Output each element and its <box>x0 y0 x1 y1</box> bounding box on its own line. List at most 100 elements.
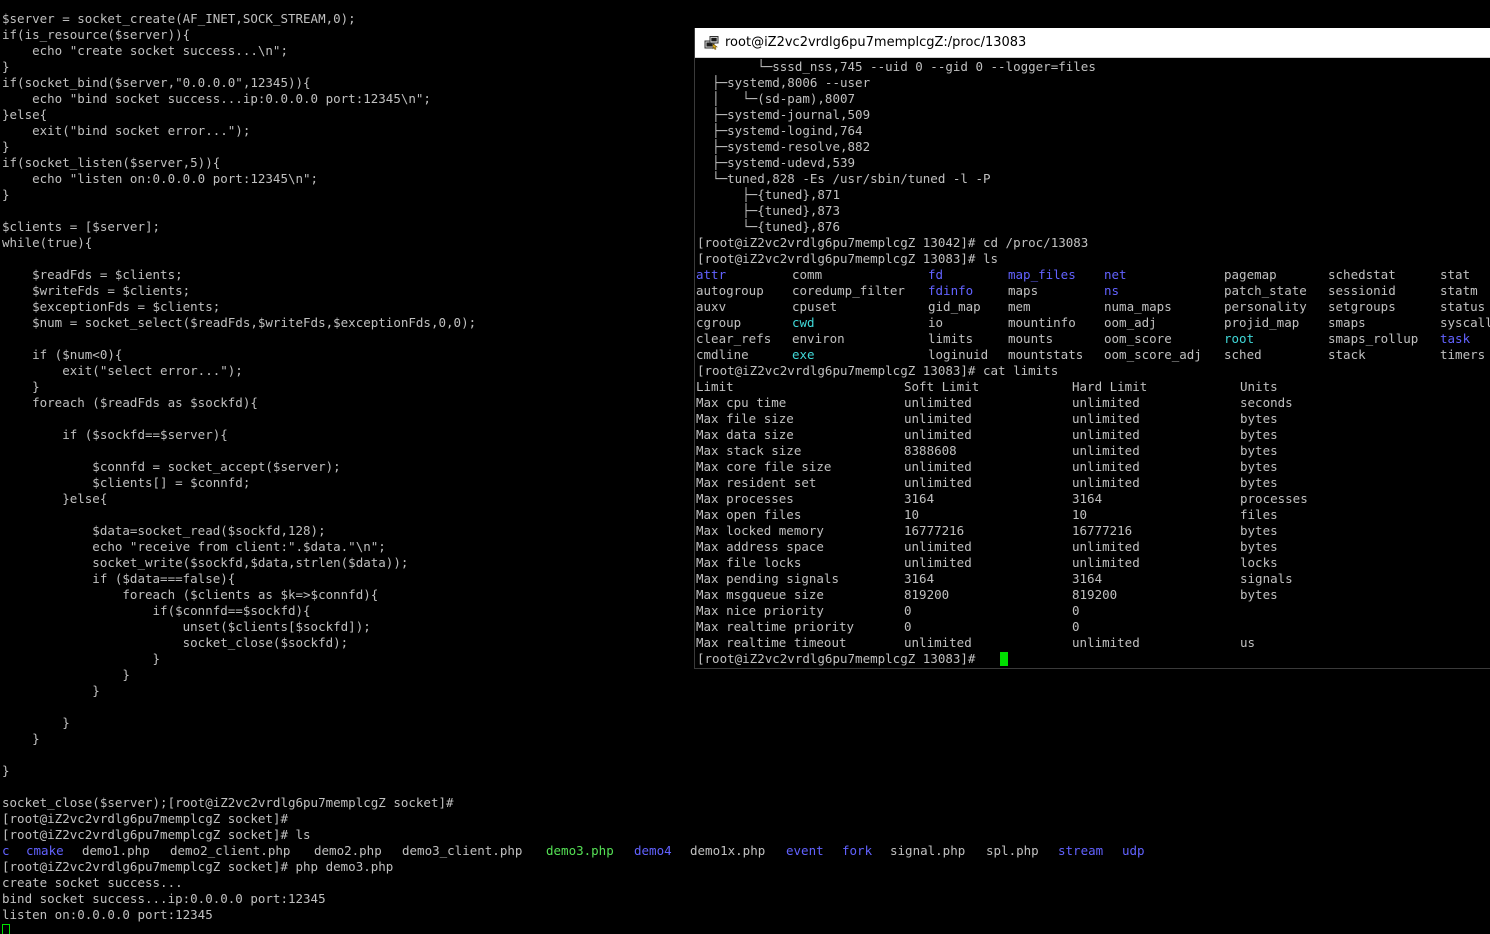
code-line: echo "receive from client:".$data."\n"; <box>2 539 386 554</box>
limits-cell: locks <box>1240 555 1278 570</box>
limits-cell: unlimited <box>1072 475 1140 490</box>
file-entry: signal.php <box>890 843 966 858</box>
proc-entry: oom_adj <box>1104 315 1157 330</box>
file-entry: udp <box>1122 843 1145 858</box>
proc-entry: schedstat <box>1328 267 1396 282</box>
limits-cell: Max cpu time <box>696 395 787 410</box>
proc-entry: projid_map <box>1224 315 1300 330</box>
file-entry: spl.php <box>986 843 1039 858</box>
code-line: $data=socket_read($sockfd,128); <box>2 523 326 538</box>
code-line: if(is_resource($server)){ <box>2 27 191 42</box>
code-line: socket_close($sockfd); <box>2 635 349 650</box>
code-line: if(socket_listen($server,5)){ <box>2 155 221 170</box>
code-line: foreach ($readFds as $sockfd){ <box>2 395 258 410</box>
limits-cell: 0 <box>904 603 912 618</box>
code-line: } <box>2 683 100 698</box>
limits-cell: bytes <box>1240 411 1278 426</box>
output-line: bind socket success...ip:0.0.0.0 port:12… <box>2 891 326 906</box>
limits-cell: Max file size <box>696 411 794 426</box>
window-titlebar[interactable]: root@iZ2vc2vrdlg6pu7memplcgZ:/proc/13083 <box>695 28 1490 58</box>
limits-cell: Max file locks <box>696 555 802 570</box>
file-entry: demo2.php <box>314 843 382 858</box>
limits-cell: unlimited <box>1072 395 1140 410</box>
proc-entry: clear_refs <box>696 331 772 346</box>
proc-entry: syscall <box>1440 315 1490 330</box>
proc-entry: maps <box>1008 283 1039 298</box>
code-line: socket_close($server);[root@iZ2vc2vrdlg6… <box>2 795 454 810</box>
limits-cell: 819200 <box>1072 587 1118 602</box>
proc-entry: limits <box>928 331 974 346</box>
limits-cell: 0 <box>904 619 912 634</box>
limits-cell: unlimited <box>904 427 972 442</box>
file-entry: demo1.php <box>82 843 150 858</box>
proc-entry: timers <box>1440 347 1486 362</box>
limits-cell: 10 <box>1072 507 1088 522</box>
proc-entry: map_files <box>1008 267 1076 282</box>
limits-cell: seconds <box>1240 395 1293 410</box>
process-tree-line: │ └─(sd-pam),8007 <box>697 91 856 106</box>
file-entry: demo1x.php <box>690 843 766 858</box>
limits-cell: unlimited <box>904 555 972 570</box>
code-line: if ($data===false){ <box>2 571 236 586</box>
code-line: } <box>2 763 10 778</box>
process-tree-line: ├─{tuned},873 <box>697 203 840 218</box>
proc-entry: exe <box>792 347 815 362</box>
code-line: } <box>2 187 10 202</box>
limits-cell: 0 <box>1072 603 1080 618</box>
code-line: }else{ <box>2 491 108 506</box>
limits-cell: bytes <box>1240 523 1278 538</box>
file-entry: demo3_client.php <box>402 843 523 858</box>
limits-cell: Max msgqueue size <box>696 587 824 602</box>
limits-cell: Max stack size <box>696 443 802 458</box>
proc-entry: cwd <box>792 315 815 330</box>
proc-entry: io <box>928 315 944 330</box>
proc-entry: task <box>1440 331 1471 346</box>
code-line: $writeFds = $clients; <box>2 283 191 298</box>
code-line: $clients = [$server]; <box>2 219 161 234</box>
code-line: $connfd = socket_accept($server); <box>2 459 341 474</box>
process-tree-line: [root@iZ2vc2vrdlg6pu7memplcgZ 13042]# cd… <box>697 235 1089 250</box>
proc-entry: ns <box>1104 283 1120 298</box>
proc-entry: smaps <box>1328 315 1366 330</box>
proc-entry: net <box>1104 267 1127 282</box>
proc-entry: pagemap <box>1224 267 1277 282</box>
file-entry: fork <box>842 843 873 858</box>
proc-entry: stat <box>1440 267 1471 282</box>
limits-cell: 3164 <box>904 491 935 506</box>
code-line: echo "create socket success...\n"; <box>2 43 288 58</box>
limits-header-cell: Soft Limit <box>904 379 980 394</box>
limits-cell: 16777216 <box>1072 523 1133 538</box>
process-tree-line: └─tuned,828 -Es /usr/sbin/tuned -l -P <box>697 171 991 186</box>
proc-entry: mountstats <box>1008 347 1084 362</box>
limits-cell: unlimited <box>1072 555 1140 570</box>
putty-terminal-icon <box>704 36 719 50</box>
cat-command: [root@iZ2vc2vrdlg6pu7memplcgZ 13083]# ca… <box>697 363 1059 378</box>
code-line: unset($clients[$sockfd]); <box>2 619 371 634</box>
proc-entry: loginuid <box>928 347 989 362</box>
proc-entry: comm <box>792 267 823 282</box>
proc-entry: personality <box>1224 299 1307 314</box>
limits-cell: 8388608 <box>904 443 957 458</box>
process-tree-line: ├─systemd-udevd,539 <box>697 155 856 170</box>
code-line: } <box>2 731 40 746</box>
code-line: $clients[] = $connfd; <box>2 475 251 490</box>
limits-cell: 0 <box>1072 619 1080 634</box>
process-tree-line: ├─systemd-resolve,882 <box>697 139 871 154</box>
code-line: foreach ($clients as $k=>$connfd){ <box>2 587 379 602</box>
limits-cell: unlimited <box>904 635 972 650</box>
limits-cell: 3164 <box>1072 571 1103 586</box>
limits-cell: unlimited <box>904 475 972 490</box>
limits-header-cell: Limit <box>696 379 734 394</box>
limits-cell: unlimited <box>904 459 972 474</box>
file-entry: c <box>2 843 10 858</box>
limits-cell: Max realtime priority <box>696 619 855 634</box>
proc-entry: coredump_filter <box>792 283 905 298</box>
file-entry: demo4 <box>634 843 672 858</box>
terminal-window[interactable]: root@iZ2vc2vrdlg6pu7memplcgZ:/proc/13083… <box>694 28 1490 669</box>
process-tree-line: ├─systemd,8006 --user <box>697 75 871 90</box>
limits-cell: 819200 <box>904 587 950 602</box>
proc-entry: setgroups <box>1328 299 1396 314</box>
limits-cell: Max core file size <box>696 459 832 474</box>
limits-cell: unlimited <box>1072 635 1140 650</box>
limits-cell: Max nice priority <box>696 603 824 618</box>
